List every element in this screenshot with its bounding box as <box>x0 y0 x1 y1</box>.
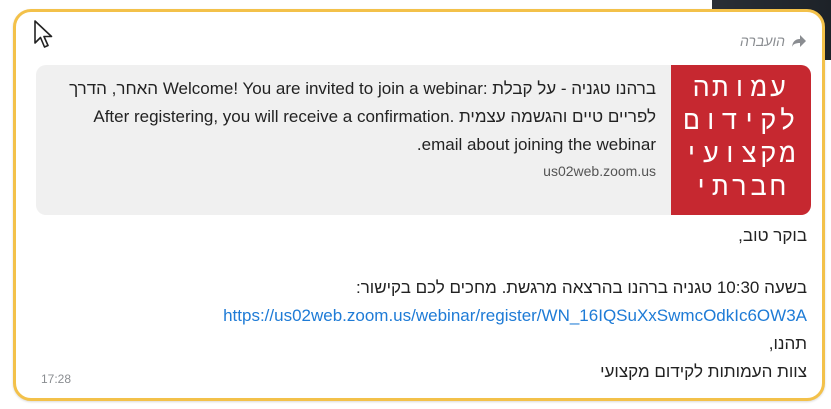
signoff-line: תהנו, <box>768 334 807 353</box>
forward-arrow-icon <box>791 34 807 48</box>
forwarded-label: הועברה <box>740 33 785 49</box>
link-preview[interactable]: עמותה לקידום מקצועי חברתי ברהנו טגניה - … <box>36 65 811 215</box>
announcement-line: בשעה 10:30 טגניה ברהנו בהרצאה מרגשת. מחכ… <box>355 278 807 297</box>
organization-logo: עמותה לקידום מקצועי חברתי <box>671 65 811 215</box>
forwarded-indicator: הועברה <box>740 33 807 49</box>
message-text: בוקר טוב, בשעה 10:30 טגניה ברהנו בהרצאה … <box>36 222 807 386</box>
message-timestamp: 17:28 <box>41 372 72 386</box>
greeting-line: בוקר טוב, <box>738 226 807 245</box>
link-line: https://us02web.zoom.us/webinar/register… <box>36 302 807 330</box>
link-preview-description: ברהנו טגניה - על קבלת :Welcome! You are … <box>69 79 656 154</box>
link-preview-body: ברהנו טגניה - על קבלת :Welcome! You are … <box>56 75 656 179</box>
webinar-link[interactable]: https://us02web.zoom.us/webinar/register… <box>223 306 807 325</box>
logo-line: חברתי <box>692 171 789 202</box>
signature-line: צוות העמותות לקידום מקצועי <box>600 362 807 381</box>
message-bubble[interactable]: הועברה עמותה לקידום מקצועי חברתי ברהנו ט… <box>13 9 825 401</box>
logo-line: לקידום <box>683 105 799 136</box>
mouse-pointer-icon <box>34 20 53 48</box>
link-preview-domain: us02web.zoom.us <box>543 163 656 179</box>
chat-view: הועברה עמותה לקידום מקצועי חברתי ברהנו ט… <box>0 0 831 409</box>
logo-line: עמותה <box>692 72 789 103</box>
logo-line: מקצועי <box>683 138 799 169</box>
